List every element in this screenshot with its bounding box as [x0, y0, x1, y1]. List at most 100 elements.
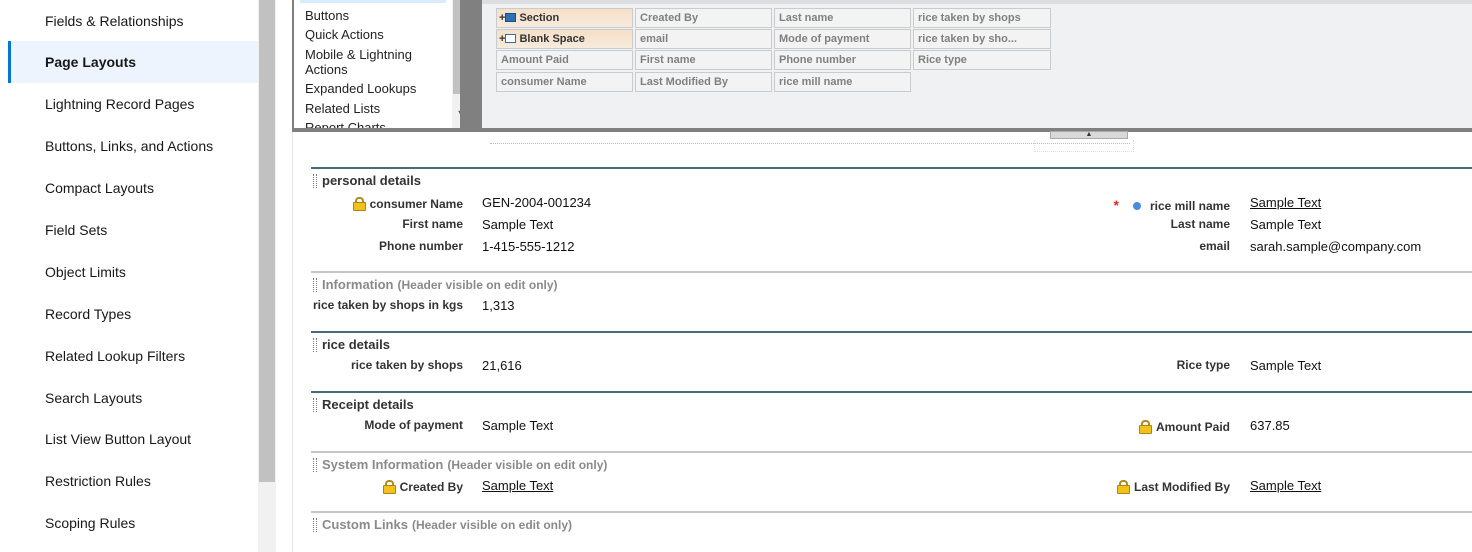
blank-space-icon [505, 34, 517, 43]
palette-field-created-by[interactable]: Created By [635, 8, 772, 28]
chevron-up-icon: ▲ [1085, 131, 1093, 138]
field-label-amount-paid[interactable]: Amount Paid [1139, 420, 1230, 434]
section-icon [505, 13, 517, 22]
section-title: Receipt details [322, 397, 414, 412]
palette-field-amount-paid[interactable]: Amount Paid [496, 50, 633, 70]
section-rice-details: rice details rice taken by shops 21,616 … [311, 331, 1472, 387]
palette-field-first-name[interactable]: First name [635, 50, 772, 70]
sidebar-item-scoping-rules[interactable]: Scoping Rules [8, 502, 258, 544]
palette-category-scrollbar[interactable]: ▼ [452, 0, 460, 128]
palette-field-section[interactable]: + Section [496, 8, 633, 28]
section-header[interactable]: Custom Links (Header visible on edit only… [311, 517, 572, 533]
grip-icon [313, 518, 317, 532]
palette-category-report-charts[interactable]: Report Charts [305, 120, 386, 128]
palette-field-email[interactable]: email [635, 29, 772, 49]
sidebar-item-label: Restriction Rules [45, 473, 151, 489]
palette-field-grid: + Section + Blank Space Amount Paid consum… [482, 0, 1472, 128]
field-label-last-name[interactable]: Last name [1171, 217, 1230, 231]
grip-icon [313, 338, 317, 352]
grip-icon [313, 458, 317, 472]
field-label-phone-number[interactable]: Phone number [379, 239, 463, 253]
section-custom-links: Custom Links (Header visible on edit only… [311, 511, 1472, 551]
field-value-rice-mill-name[interactable]: Sample Text [1250, 195, 1321, 210]
field-label-rice-type[interactable]: Rice type [1177, 358, 1230, 372]
sidebar-item-list-view-button-layout[interactable]: List View Button Layout [8, 418, 258, 460]
field-label-created-by[interactable]: Created By [382, 480, 463, 494]
section-header[interactable]: System Information (Header visible on edi… [311, 457, 607, 473]
section-title: Information [322, 277, 394, 292]
sidebar-item-label: List View Button Layout [45, 431, 192, 447]
field-value-email: sarah.sample@company.com [1250, 239, 1422, 254]
section-title: System Information [322, 457, 444, 472]
section-header[interactable]: Information (Header visible on edit only) [311, 277, 558, 293]
field-label-mode-of-payment[interactable]: Mode of payment [364, 418, 463, 432]
setup-sidebar: Fields & Relationships Page Layouts Ligh… [0, 0, 258, 552]
grip-icon [313, 278, 317, 292]
field-label-rice-taken-by-shops[interactable]: rice taken by shops [351, 358, 463, 372]
palette-field-consumer-name[interactable]: consumer Name [496, 72, 633, 92]
dot-icon [1132, 202, 1141, 210]
sidebar-item-compact-layouts[interactable]: Compact Layouts [8, 167, 258, 209]
field-label-rice-mill-name[interactable]: * rice mill name [1114, 197, 1231, 213]
palette-field-phone-number[interactable]: Phone number [774, 50, 911, 70]
sidebar-item-page-layouts[interactable]: Page Layouts [8, 41, 258, 83]
sidebar-item-record-types[interactable]: Record Types [8, 293, 258, 335]
section-header[interactable]: Receipt details [311, 397, 414, 413]
palette-field-last-name[interactable]: Last name [774, 8, 911, 28]
section-rule [311, 391, 1472, 393]
chevron-down-icon[interactable]: ▼ [454, 108, 460, 118]
field-value-created-by[interactable]: Sample Text [482, 478, 553, 493]
sidebar-item-restriction-rules[interactable]: Restriction Rules [8, 460, 258, 502]
section-rule [311, 167, 1472, 169]
sidebar-scrollbar-thumb[interactable] [259, 0, 275, 482]
lock-icon [382, 480, 396, 494]
field-value-amount-paid: 637.85 [1250, 418, 1290, 433]
sidebar-item-label: Page Layouts [45, 54, 137, 70]
layout-palette: Buttons Quick Actions Mobile & Lightning… [292, 0, 1472, 139]
sidebar-item-fields-relationships[interactable]: Fields & Relationships [8, 0, 258, 42]
section-header[interactable]: personal details [311, 173, 421, 189]
field-value-rice-type: Sample Text [1250, 358, 1322, 373]
sidebar-scrollbar[interactable] [258, 0, 276, 552]
field-value-first-name: Sample Text [482, 217, 554, 232]
palette-field-mode-of-payment[interactable]: Mode of payment [774, 29, 911, 49]
sidebar-item-label: Search Layouts [45, 390, 143, 406]
sidebar-item-related-lookup-filters[interactable]: Related Lookup Filters [8, 335, 258, 377]
section-information: Information (Header visible on edit only)… [311, 271, 1472, 327]
palette-category-related-lists[interactable]: Related Lists [305, 101, 380, 116]
field-value-consumer-name: GEN-2004-001234 [482, 195, 592, 210]
field-label-last-modified-by[interactable]: Last Modified By [1116, 480, 1230, 494]
palette-field-rice-taken-by-shops[interactable]: rice taken by shops [913, 8, 1051, 28]
sidebar-item-label: Scoping Rules [45, 515, 136, 531]
field-value-mode-of-payment: Sample Text [482, 418, 554, 433]
palette-field-label: Section [519, 12, 560, 24]
sidebar-item-lightning-record-pages[interactable]: Lightning Record Pages [8, 83, 258, 125]
palette-field-rice-type[interactable]: Rice type [913, 50, 1051, 70]
sidebar-item-field-sets[interactable]: Field Sets [8, 209, 258, 251]
palette-shadow [1034, 140, 1134, 152]
section-rule [311, 451, 1472, 453]
field-value-last-modified-by[interactable]: Sample Text [1250, 478, 1321, 493]
field-label-consumer-name[interactable]: consumer Name [352, 197, 463, 211]
palette-field-rice-taken-by-shops-kgs[interactable]: rice taken by sho... [913, 29, 1051, 49]
palette-field-rice-mill-name[interactable]: rice mill name [774, 72, 911, 92]
palette-category-quick-actions[interactable]: Quick Actions [305, 27, 384, 42]
palette-field-blank-space[interactable]: + Blank Space [496, 29, 633, 49]
palette-field-last-modified-by[interactable]: Last Modified By [635, 72, 772, 92]
palette-category-buttons[interactable]: Buttons [305, 8, 349, 23]
lock-icon [1139, 420, 1152, 434]
section-system-information: System Information (Header visible on edi… [311, 451, 1472, 507]
sidebar-item-search-layouts[interactable]: Search Layouts [8, 377, 258, 419]
field-label-rice-taken-by-shops-in-kgs[interactable]: rice taken by shops in kgs [313, 298, 463, 312]
palette-category-expanded-lookups[interactable]: Expanded Lookups [305, 81, 416, 96]
sidebar-item-object-limits[interactable]: Object Limits [8, 251, 258, 293]
section-header[interactable]: rice details [311, 337, 390, 353]
palette-category-mobile-lightning-actions[interactable]: Mobile & Lightning Actions [305, 47, 412, 77]
sidebar-item-buttons-links-actions[interactable]: Buttons, Links, and Actions [8, 125, 258, 167]
section-rule [311, 511, 1472, 513]
palette-resize-handle[interactable]: ▲ [1050, 131, 1128, 139]
field-label-email[interactable]: email [1199, 239, 1230, 253]
palette-field-label: Blank Space [519, 33, 585, 45]
field-label-first-name[interactable]: First name [402, 217, 463, 231]
palette-category-scrollbar-thumb[interactable] [453, 0, 460, 94]
